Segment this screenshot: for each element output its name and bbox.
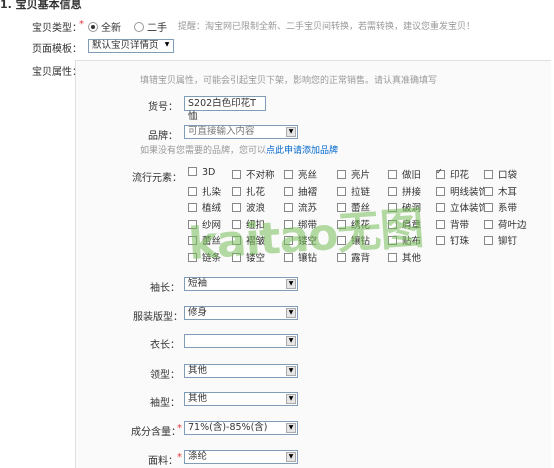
- sleeve-type-label: 袖型：: [150, 398, 180, 409]
- chevron-down-icon: ▼: [162, 41, 172, 51]
- checkbox-icon[interactable]: [436, 186, 445, 196]
- sleeve-length-select[interactable]: 短袖 ▼: [184, 277, 298, 291]
- template-select[interactable]: 默认宝贝详情页 ▼: [88, 39, 174, 53]
- checkbox-icon[interactable]: [484, 170, 493, 179]
- element-option-label: 扎花: [246, 186, 266, 198]
- element-option-label: 明线装饰: [450, 186, 489, 198]
- checkbox-icon[interactable]: [232, 186, 241, 196]
- checkbox-icon[interactable]: [484, 186, 493, 196]
- item-no-label: 货号：: [148, 102, 178, 113]
- element-option[interactable]: 扎染: [188, 184, 221, 198]
- checkbox-icon[interactable]: [188, 167, 197, 176]
- chevron-down-icon: ▼: [286, 423, 296, 433]
- element-option[interactable]: 立体装饰: [436, 200, 488, 214]
- element-option[interactable]: 3D: [188, 167, 215, 178]
- element-option[interactable]: 钉珠: [436, 233, 469, 247]
- element-option-label: 木耳: [498, 186, 518, 198]
- checkbox-icon[interactable]: [284, 186, 293, 196]
- checkbox-icon[interactable]: [436, 203, 445, 212]
- element-option[interactable]: 不对称: [232, 167, 275, 181]
- element-option-label: 3D: [202, 167, 216, 178]
- element-option-label: 抽褶: [298, 186, 318, 198]
- element-option-label: 背带: [450, 219, 470, 231]
- chevron-down-icon: ▼: [286, 279, 296, 289]
- chevron-down-icon: ▼: [286, 394, 296, 404]
- props-panel: [75, 60, 551, 468]
- element-option-label: 印花: [450, 170, 470, 181]
- checkbox-icon[interactable]: [436, 236, 445, 245]
- props-hint: 填错宝贝属性，可能会引起宝贝下架，影响您的正常销售。请认真准确填写: [140, 76, 438, 86]
- checkbox-icon[interactable]: [188, 186, 197, 196]
- chevron-down-icon: ▼: [286, 452, 296, 462]
- element-option[interactable]: 做旧: [388, 167, 421, 181]
- element-option[interactable]: 背带: [436, 217, 469, 231]
- element-option[interactable]: 扎花: [232, 184, 265, 198]
- checkbox-icon[interactable]: [284, 170, 293, 179]
- chevron-down-icon: ▼: [286, 336, 296, 346]
- element-option[interactable]: 铆钉: [484, 233, 517, 247]
- brand-label: 品牌：: [148, 131, 178, 142]
- radio-icon-checked[interactable]: [88, 22, 98, 32]
- type-option-new[interactable]: 全新: [88, 19, 121, 34]
- element-option-label: 不对称: [246, 170, 275, 181]
- fabric-label: 面料：: [148, 456, 178, 467]
- fit-label: 服装版型：: [133, 312, 183, 323]
- type-required-mark: *: [79, 19, 84, 30]
- length-label: 衣长：: [150, 340, 180, 351]
- element-option[interactable]: 明线装饰: [436, 184, 488, 198]
- element-option[interactable]: 荷叶边: [484, 217, 527, 231]
- element-option-label: 扎染: [202, 186, 222, 198]
- element-option[interactable]: 亮丝: [284, 167, 317, 181]
- checkbox-icon[interactable]: [484, 219, 493, 229]
- item-no-input[interactable]: S202白色印花T恤: [184, 96, 266, 122]
- sleeve-type-select[interactable]: 其他 ▼: [184, 392, 298, 406]
- composition-label: 成分含量：: [131, 427, 181, 438]
- checkbox-checked-icon[interactable]: [436, 167, 445, 179]
- element-option-label: 钉珠: [450, 236, 470, 247]
- element-option-label: 口袋: [498, 170, 518, 181]
- collar-label: 领型：: [150, 370, 180, 381]
- checkbox-icon[interactable]: [232, 170, 241, 179]
- section-title: 1. 宝贝基本信息: [0, 0, 82, 11]
- apply-brand-link[interactable]: 点此申请添加品牌: [266, 146, 338, 156]
- checkbox-icon[interactable]: [484, 236, 493, 245]
- element-option-label: 系带: [498, 203, 518, 214]
- checkbox-icon[interactable]: [388, 170, 397, 179]
- type-option-used[interactable]: 二手: [134, 19, 167, 34]
- composition-required-mark: *: [177, 423, 182, 434]
- length-select[interactable]: ▼: [184, 334, 298, 348]
- fabric-required-mark: *: [177, 452, 182, 463]
- element-option-label: 立体装饰: [450, 203, 489, 214]
- chevron-down-icon: ▼: [286, 308, 296, 318]
- collar-select[interactable]: 其他 ▼: [184, 364, 298, 378]
- element-option[interactable]: 抽褶: [284, 184, 317, 198]
- type-hint: 提醒：淘宝网已限制全新、二手宝贝间转换，若需转换，建议您重发宝贝！: [178, 22, 476, 32]
- element-option[interactable]: 口袋: [484, 167, 517, 181]
- fit-select[interactable]: 修身 ▼: [184, 306, 298, 320]
- element-option[interactable]: 印花: [436, 167, 469, 181]
- type-label: 宝贝类型：: [32, 23, 82, 34]
- element-option[interactable]: 亮片: [337, 167, 370, 181]
- checkbox-icon[interactable]: [337, 186, 346, 196]
- radio-icon[interactable]: [134, 22, 144, 32]
- chevron-down-icon: ▼: [286, 366, 296, 376]
- checkbox-icon[interactable]: [337, 170, 346, 179]
- element-option-label: 亮丝: [298, 170, 318, 181]
- element-option-label: 铆钉: [498, 236, 518, 247]
- element-option-label: 亮片: [351, 170, 371, 181]
- element-option[interactable]: 系带: [484, 200, 517, 214]
- checkbox-icon[interactable]: [436, 219, 445, 229]
- brand-tip: 如果没有您需要的品牌，您可以点此申请添加品牌: [140, 146, 339, 156]
- elements-label: 流行元素：: [132, 173, 182, 184]
- brand-select[interactable]: 可直接输入内容 ▼: [184, 125, 298, 139]
- element-option[interactable]: 木耳: [484, 184, 517, 198]
- sleeve-length-label: 袖长：: [150, 283, 180, 294]
- element-option-label: 做旧: [402, 170, 422, 181]
- chevron-down-icon: ▼: [286, 127, 296, 137]
- template-label: 页面模板：: [32, 44, 82, 55]
- checkbox-icon[interactable]: [484, 203, 493, 212]
- element-option-label: 荷叶边: [498, 219, 527, 231]
- composition-select[interactable]: 71%(含)-85%(含) ▼: [184, 421, 298, 435]
- fabric-select[interactable]: 涤纶 ▼: [184, 450, 298, 464]
